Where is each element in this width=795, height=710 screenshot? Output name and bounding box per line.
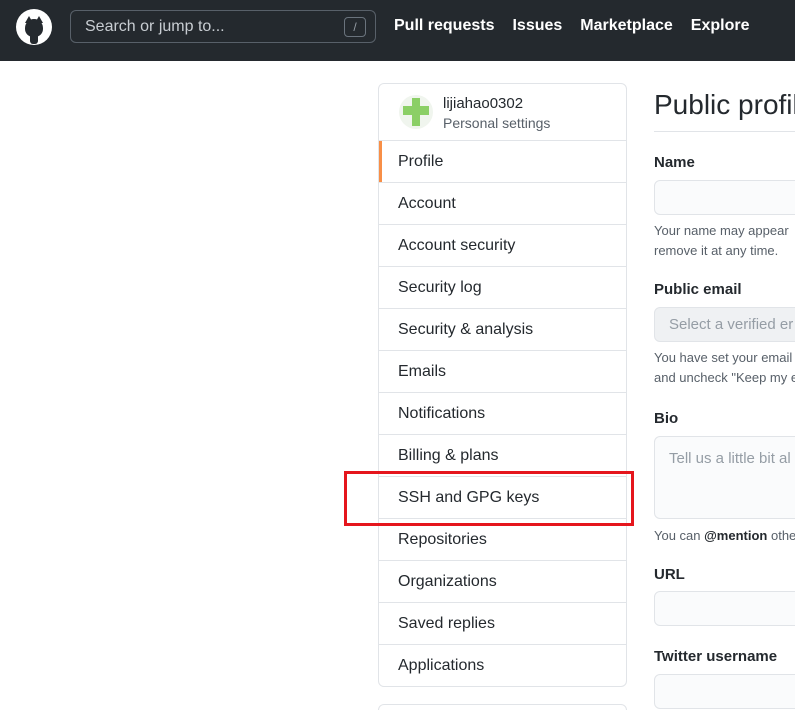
url-field[interactable]: [654, 591, 795, 626]
search-shortcut-badge: /: [344, 17, 366, 37]
name-label: Name: [654, 154, 695, 171]
sidebar-item-emails[interactable]: Emails: [379, 351, 626, 393]
nav-explore[interactable]: Explore: [691, 17, 750, 35]
nav-pull-requests[interactable]: Pull requests: [394, 17, 494, 35]
email-note-line-1: You have set your email: [654, 350, 793, 365]
bio-note-mention: @mention: [704, 528, 768, 543]
bio-label: Bio: [654, 410, 679, 427]
sidebar-item-account-security[interactable]: Account security: [379, 225, 626, 267]
bio-placeholder: Tell us a little bit al: [669, 450, 791, 467]
top-header: Search or jump to... / Pull requests Iss…: [0, 0, 795, 61]
sidebar-item-saved-replies[interactable]: Saved replies: [379, 603, 626, 645]
profile-form: Public profil Name Your name may appear …: [654, 83, 795, 710]
annotation-highlight-box: [344, 471, 634, 526]
page-title: Public profil: [654, 89, 795, 120]
title-divider: [654, 131, 795, 132]
sidebar-item-notifications[interactable]: Notifications: [379, 393, 626, 435]
email-note-line-2: and uncheck "Keep my e: [654, 370, 795, 385]
user-summary: lijiahao0302 Personal settings: [379, 84, 626, 141]
name-field[interactable]: [654, 180, 795, 215]
search-placeholder: Search or jump to...: [85, 18, 225, 35]
sidebar-item-security-analysis[interactable]: Security & analysis: [379, 309, 626, 351]
avatar[interactable]: [399, 95, 433, 129]
top-nav: Pull requests Issues Marketplace Explore: [394, 17, 767, 35]
secondary-sidebar-panel: [378, 704, 627, 710]
nav-marketplace[interactable]: Marketplace: [580, 17, 673, 35]
nav-issues[interactable]: Issues: [512, 17, 562, 35]
public-email-select[interactable]: Select a verified er: [654, 307, 795, 342]
sidebar-item-profile[interactable]: Profile: [379, 141, 626, 183]
personal-settings-label: Personal settings: [443, 115, 551, 131]
sidebar-item-security-log[interactable]: Security log: [379, 267, 626, 309]
username-link[interactable]: lijiahao0302: [443, 95, 523, 112]
name-note-line-2: remove it at any time.: [654, 243, 779, 258]
bio-note-prefix: You can: [654, 528, 705, 543]
twitter-username-label: Twitter username: [654, 648, 778, 665]
bio-note-suffix: othe: [767, 528, 795, 543]
public-email-label: Public email: [654, 281, 742, 298]
twitter-username-field[interactable]: [654, 674, 795, 709]
search-input[interactable]: Search or jump to... /: [70, 10, 376, 43]
sidebar-item-applications[interactable]: Applications: [379, 645, 626, 686]
sidebar-item-organizations[interactable]: Organizations: [379, 561, 626, 603]
public-email-placeholder: Select a verified er: [669, 316, 794, 333]
github-logo-icon[interactable]: [16, 9, 52, 45]
bio-note: You can @mention othe: [654, 526, 795, 546]
settings-sidebar: lijiahao0302 Personal settings Profile A…: [378, 83, 627, 687]
url-label: URL: [654, 566, 685, 583]
name-note-line-1: Your name may appear: [654, 223, 789, 238]
bio-textarea[interactable]: Tell us a little bit al: [654, 436, 795, 519]
sidebar-item-account[interactable]: Account: [379, 183, 626, 225]
